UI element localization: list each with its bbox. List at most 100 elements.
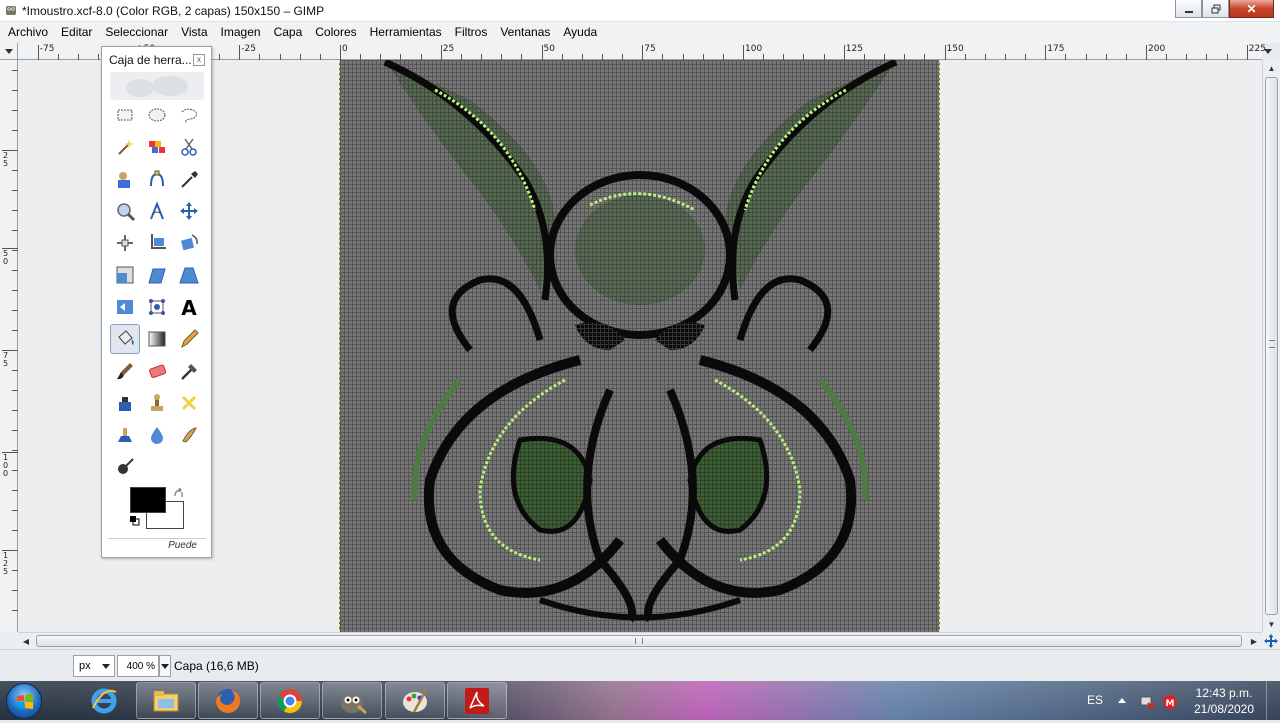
menu-ventanas[interactable]: Ventanas: [492, 22, 555, 43]
tool-rect-select[interactable]: [110, 100, 140, 130]
toolbox-close-button[interactable]: x: [193, 54, 205, 66]
restore-button[interactable]: [1202, 0, 1229, 18]
ruler-major-tick: [642, 45, 644, 60]
tool-airbrush[interactable]: [174, 356, 204, 386]
taskbar-internet-explorer[interactable]: [74, 682, 134, 719]
ruler-label: 50: [543, 44, 555, 54]
tool-text[interactable]: A: [174, 292, 204, 322]
tool-color-picker[interactable]: [174, 164, 204, 194]
show-hidden-icons-icon[interactable]: [1118, 698, 1126, 703]
menu-imagen[interactable]: Imagen: [213, 22, 266, 43]
chevron-down-icon: [102, 664, 110, 669]
taskbar-chrome[interactable]: [260, 682, 320, 719]
minimize-button[interactable]: [1175, 0, 1202, 18]
tool-align[interactable]: [110, 228, 140, 258]
menu-colores[interactable]: Colores: [307, 22, 361, 43]
tool-crop[interactable]: [142, 228, 172, 258]
network-status-icon[interactable]: [1139, 694, 1155, 710]
close-button[interactable]: ✕: [1229, 0, 1274, 18]
scroll-left-arrow-icon[interactable]: ◀: [18, 633, 34, 649]
tool-foreground-select[interactable]: [110, 164, 140, 194]
scroll-right-arrow-icon[interactable]: ▶: [1246, 633, 1262, 649]
tool-cage[interactable]: [142, 292, 172, 322]
menu-editar[interactable]: Editar: [53, 22, 97, 43]
navigate-button[interactable]: [1262, 632, 1280, 649]
menu-archivo[interactable]: Archivo: [0, 22, 53, 43]
tool-scissors[interactable]: [174, 132, 204, 162]
chrome-icon: [277, 688, 302, 713]
vertical-scroll-thumb[interactable]: [1265, 77, 1278, 615]
menu-vista[interactable]: Vista: [173, 22, 212, 43]
taskbar-firefox[interactable]: [198, 682, 258, 719]
taskbar-paint[interactable]: [385, 682, 445, 719]
tool-move[interactable]: [174, 196, 204, 226]
tool-flip[interactable]: [110, 292, 140, 322]
tool-pencil[interactable]: [174, 324, 204, 354]
tool-free-select[interactable]: [174, 100, 204, 130]
paths-icon: [150, 170, 164, 187]
tool-paintbrush[interactable]: [110, 356, 140, 386]
svg-text:M: M: [1166, 699, 1175, 709]
menu-ayuda[interactable]: Ayuda: [555, 22, 602, 43]
color-picker-icon: [181, 171, 198, 188]
show-desktop-button[interactable]: [1266, 681, 1280, 720]
wilber-logo-icon: [126, 76, 188, 97]
window-title: *Imoustro.xcf-8.0 (Color RGB, 2 capas) 1…: [22, 4, 325, 18]
scroll-up-arrow-icon[interactable]: ▲: [1263, 60, 1280, 76]
tool-rotate[interactable]: [174, 228, 204, 258]
taskbar-acrobat[interactable]: [447, 682, 507, 719]
foreground-color-swatch[interactable]: [130, 487, 166, 513]
horizontal-scrollbar[interactable]: ◀ ▶: [18, 632, 1262, 649]
zoom-input[interactable]: 400 %: [117, 655, 159, 677]
clone-icon: [151, 394, 163, 411]
scroll-down-arrow-icon[interactable]: ▼: [1263, 616, 1280, 632]
ruler-label: 100: [745, 44, 763, 54]
mail-notification-icon[interactable]: M: [1162, 694, 1178, 710]
taskbar-gimp[interactable]: [322, 682, 382, 719]
horizontal-scroll-thumb[interactable]: [36, 635, 1242, 647]
swap-colors-icon[interactable]: [173, 487, 185, 499]
tool-dodge-burn[interactable]: [110, 452, 140, 482]
tool-heal[interactable]: [174, 388, 204, 418]
tool-paths[interactable]: [142, 164, 172, 194]
tool-blur[interactable]: [142, 420, 172, 450]
tool-zoom[interactable]: [110, 196, 140, 226]
tool-measure[interactable]: [142, 196, 172, 226]
menu-capa[interactable]: Capa: [266, 22, 308, 43]
ruler-major-tick: [541, 45, 543, 60]
default-colors-icon[interactable]: [130, 516, 140, 526]
tool-perspective[interactable]: [174, 260, 204, 290]
zoom-menu-icon[interactable]: [1262, 45, 1274, 58]
wilber-drop-area[interactable]: [110, 72, 204, 100]
tool-fuzzy-select[interactable]: [110, 132, 140, 162]
perspective-icon: [179, 267, 199, 284]
menu-seleccionar[interactable]: Seleccionar: [97, 22, 173, 43]
tool-ellipse-select[interactable]: [142, 100, 172, 130]
tool-shear[interactable]: [142, 260, 172, 290]
tool-bucket-fill[interactable]: [110, 324, 140, 354]
rotate-icon: [180, 234, 198, 251]
start-button[interactable]: [6, 683, 42, 719]
vertical-scrollbar[interactable]: ▲ ▼: [1262, 60, 1280, 632]
menu-bar: Archivo Editar Seleccionar Vista Imagen Capa C…: [0, 22, 1280, 43]
fuzzy-select-icon: [118, 139, 134, 155]
taskbar-file-explorer[interactable]: [136, 682, 196, 719]
menu-filtros[interactable]: Filtros: [447, 22, 493, 43]
system-clock[interactable]: 12:43 p.m. 21/08/2020: [1192, 685, 1256, 717]
tool-scale[interactable]: [110, 260, 140, 290]
tool-select-by-color[interactable]: [142, 132, 172, 162]
tool-clone[interactable]: [142, 388, 172, 418]
menu-herramientas[interactable]: Herramientas: [362, 22, 447, 43]
tool-blend[interactable]: [142, 324, 172, 354]
tool-ink[interactable]: [110, 388, 140, 418]
language-indicator[interactable]: ES: [1087, 693, 1103, 707]
tool-smudge[interactable]: [174, 420, 204, 450]
tool-eraser[interactable]: [142, 356, 172, 386]
unit-select[interactable]: px: [73, 655, 115, 677]
image-canvas[interactable]: [339, 60, 940, 632]
vertical-ruler[interactable]: 2 5 5 0 7 5 1 0 0 1 2 5: [0, 60, 18, 632]
quick-mask-corner[interactable]: [0, 43, 18, 60]
close-icon: ✕: [1246, 1, 1257, 16]
tool-perspective-clone[interactable]: [110, 420, 140, 450]
zoom-dropdown-button[interactable]: [159, 655, 171, 677]
